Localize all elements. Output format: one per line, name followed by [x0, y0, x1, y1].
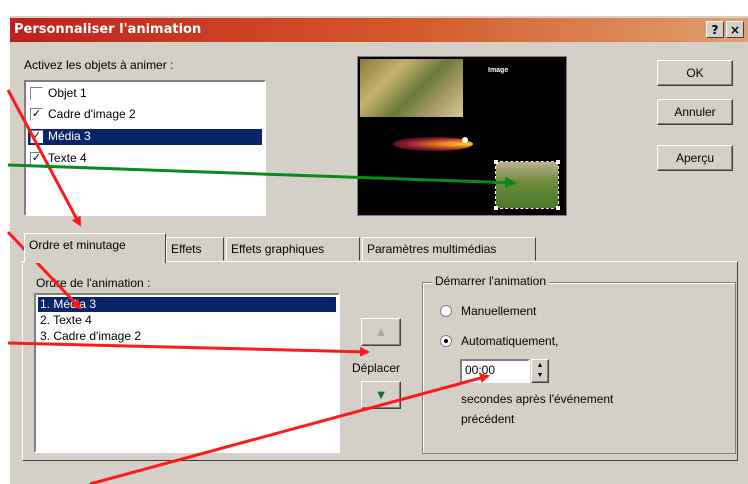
green-arrow — [7, 163, 517, 189]
tab-ordre-minutage[interactable]: Ordre et minutage — [24, 233, 166, 263]
red-arrow — [89, 373, 490, 484]
red-arrow — [6, 89, 82, 227]
red-arrow — [7, 341, 370, 357]
